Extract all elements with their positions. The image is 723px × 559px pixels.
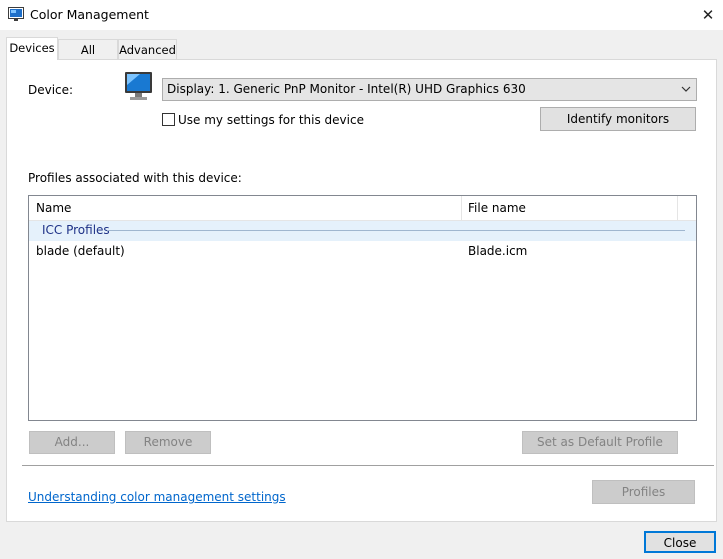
device-dropdown[interactable]: Display: 1. Generic PnP Monitor - Intel(… (162, 78, 697, 101)
device-dropdown-value: Display: 1. Generic PnP Monitor - Intel(… (167, 82, 526, 96)
chevron-down-icon (681, 81, 691, 100)
tab-advanced[interactable]: Advanced (118, 39, 177, 59)
use-my-settings-label[interactable]: Use my settings for this device (178, 113, 364, 127)
window-close-button[interactable]: ✕ (696, 5, 720, 25)
column-header-file-name[interactable]: File name (468, 201, 526, 215)
understanding-color-management-link[interactable]: Understanding color management settings (28, 490, 286, 504)
list-item[interactable]: blade (default) Blade.icm (29, 242, 696, 262)
identify-monitors-button[interactable]: Identify monitors (540, 107, 696, 131)
color-management-icon (8, 7, 24, 22)
profiles-list[interactable]: Name File name ICC Profiles blade (defau… (28, 195, 697, 421)
tab-all-profiles[interactable]: All Profiles (58, 39, 118, 77)
title-bar: Color Management ✕ (0, 0, 723, 30)
profile-name: blade (default) (36, 244, 125, 258)
group-divider (107, 230, 685, 231)
profiles-button[interactable]: Profiles (592, 480, 695, 504)
list-header: Name File name (29, 196, 696, 221)
window-title: Color Management (30, 7, 149, 22)
group-label: ICC Profiles (42, 223, 110, 237)
profiles-label: Profiles associated with this device: (28, 171, 242, 185)
column-divider[interactable] (677, 196, 678, 220)
tab-devices[interactable]: Devices (6, 37, 58, 60)
monitor-icon (124, 71, 154, 105)
close-button[interactable]: Close (644, 531, 716, 553)
section-divider (22, 465, 714, 466)
use-my-settings-checkbox[interactable] (162, 113, 175, 126)
device-label: Device: (28, 83, 74, 97)
remove-button[interactable]: Remove (125, 431, 211, 454)
profile-file-name: Blade.icm (468, 244, 528, 258)
column-divider[interactable] (461, 196, 462, 220)
add-button[interactable]: Add... (29, 431, 115, 454)
column-header-name[interactable]: Name (36, 201, 71, 215)
list-group-header[interactable]: ICC Profiles (29, 221, 696, 241)
set-default-profile-button[interactable]: Set as Default Profile (522, 431, 678, 454)
